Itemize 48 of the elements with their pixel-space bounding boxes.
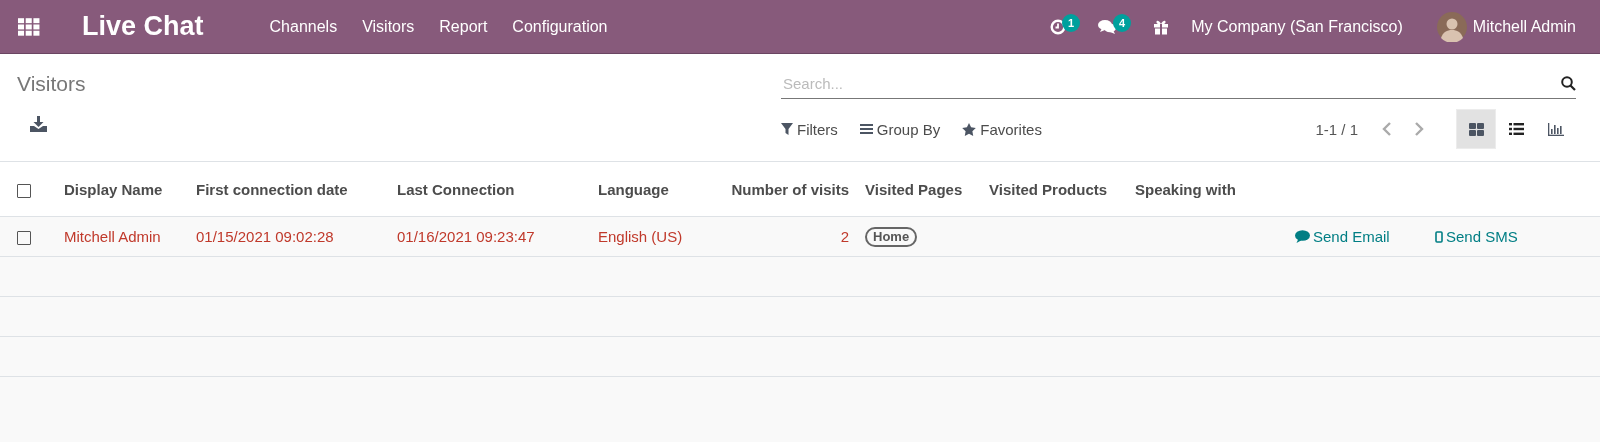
table-cell: 2 [840, 228, 849, 245]
menu-item[interactable]: Report [439, 17, 488, 36]
gift-icon[interactable] [1153, 18, 1170, 35]
column-header[interactable]: Display Name [64, 180, 163, 198]
avatar-icon[interactable] [1436, 11, 1467, 42]
search-option-button[interactable]: Favorites [962, 120, 1042, 138]
table-cell: English (US) [598, 228, 683, 245]
table-cell: 01/16/2021 09:23:47 [397, 228, 535, 245]
star-icon [962, 122, 977, 136]
menu-item[interactable]: Channels [269, 17, 338, 36]
column-header[interactable]: Last Connection [397, 180, 515, 198]
message-count-badge: 4 [1113, 13, 1132, 32]
speech-bubble-icon [1295, 230, 1310, 243]
column-header[interactable]: Language [598, 180, 669, 198]
page-tag: Home [865, 226, 918, 247]
menu-item[interactable]: Visitors [362, 17, 415, 36]
filter-icon [781, 123, 793, 135]
row-checkbox[interactable] [17, 231, 31, 245]
column-header[interactable]: First connection date [196, 180, 348, 198]
send-sms-button[interactable]: Send SMS [1435, 228, 1518, 245]
column-header[interactable]: Number of visits [731, 180, 849, 198]
menu-item[interactable]: Configuration [512, 17, 608, 36]
search-field[interactable]: Search... [781, 68, 1561, 98]
lines-icon [859, 123, 873, 135]
column-header[interactable]: Visited Products [989, 180, 1108, 198]
search-option-button[interactable]: Group By [859, 120, 941, 138]
list-icon [1508, 123, 1524, 135]
pager-value[interactable]: 1-1 / 1 [1315, 120, 1358, 138]
select-all-checkbox[interactable] [17, 183, 31, 198]
table-cell: Mitchell Admin [64, 228, 161, 245]
column-header[interactable]: Speaking with [1135, 180, 1236, 198]
clock-icon[interactable] [1049, 18, 1066, 35]
app-title[interactable]: Live Chat [82, 11, 204, 42]
kanban-view-button[interactable] [1456, 109, 1496, 149]
grid-icon [1468, 122, 1484, 136]
search-option-button[interactable]: Filters [781, 120, 838, 138]
apps-grid-icon[interactable] [18, 17, 40, 36]
bar-chart-icon [1548, 122, 1564, 136]
download-icon[interactable] [30, 116, 47, 132]
user-menu[interactable]: Mitchell Admin [1472, 17, 1576, 36]
activity-count-badge: 1 [1061, 13, 1081, 32]
column-header[interactable]: Visited Pages [865, 180, 963, 198]
search-icon[interactable] [1561, 75, 1576, 91]
breadcrumb: Visitors [17, 72, 86, 96]
mobile-phone-icon [1435, 230, 1443, 243]
company-switcher[interactable]: My Company (San Francisco) [1191, 17, 1403, 36]
chat-bubbles-icon[interactable] [1098, 18, 1118, 35]
table-cell: 01/15/2021 09:02:28 [196, 228, 334, 245]
